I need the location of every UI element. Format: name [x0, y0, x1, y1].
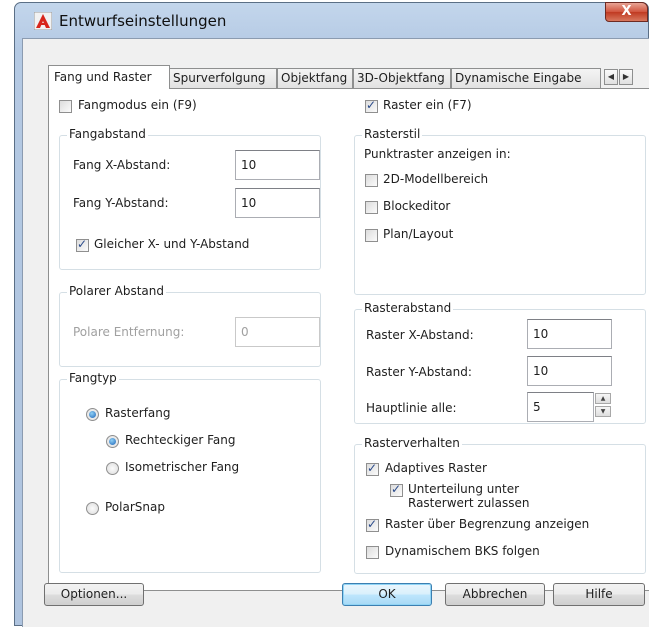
grid-y-label: Raster Y-Abstand:	[366, 365, 472, 379]
subdivision-label-line1: Unterteilung unter	[408, 482, 520, 496]
isometric-snap-radio[interactable]	[106, 462, 119, 475]
tab-panel-snap-grid: Fangmodus ein (F9) Fangabstand Fang X-Ab…	[48, 88, 649, 591]
tab-scroll-left-icon[interactable]: ◀	[604, 69, 618, 85]
options-button[interactable]: Optionen...	[44, 583, 144, 606]
adaptive-grid-label[interactable]: Adaptives Raster	[385, 461, 487, 475]
grid-spacing-group: Rasterabstand Raster X-Abstand: Raster Y…	[354, 301, 646, 424]
snap-type-group-label: Fangtyp	[67, 371, 119, 385]
snap-spacing-group: Fangabstand Fang X-Abstand: Fang Y-Absta…	[59, 127, 321, 270]
grid-style-hint: Punktraster anzeigen in:	[364, 147, 511, 161]
tab-snap-grid[interactable]: Fang und Raster	[48, 65, 170, 89]
subdivision-label[interactable]: Unterteilung unter Rasterwert zulassen	[408, 482, 529, 510]
polar-snap-radio[interactable]	[86, 502, 99, 515]
polar-spacing-group-label: Polarer Abstand	[67, 284, 166, 298]
beyond-limits-label[interactable]: Raster über Begrenzung anzeigen	[385, 517, 589, 531]
follow-ucs-checkbox[interactable]	[366, 546, 379, 559]
title-bar[interactable]: Entwurfseinstellungen X	[15, 2, 648, 39]
adaptive-grid-checkbox[interactable]	[366, 461, 379, 476]
major-line-label: Hauptlinie alle:	[366, 401, 457, 415]
tab-polar-tracking[interactable]: Spurverfolgung	[169, 68, 277, 88]
model-space-checkbox[interactable]	[365, 174, 378, 187]
block-editor-checkbox[interactable]	[365, 201, 378, 214]
grid-style-group: Rasterstil Punktraster anzeigen in: 2D-M…	[354, 127, 646, 295]
snap-y-label: Fang Y-Abstand:	[73, 196, 169, 210]
tab-object-snap[interactable]: Objektfang	[277, 68, 353, 88]
snap-spacing-group-label: Fangabstand	[67, 127, 148, 141]
polar-distance-label: Polare Entfernung:	[73, 325, 185, 339]
model-space-label[interactable]: 2D-Modellbereich	[383, 172, 488, 186]
snap-y-input[interactable]	[235, 188, 320, 218]
help-button[interactable]: Hilfe	[553, 583, 645, 606]
subdivision-checkbox[interactable]	[390, 482, 403, 497]
autocad-icon	[34, 12, 52, 30]
spin-up-icon[interactable]: ▲	[595, 393, 611, 404]
tab-scroll-right-icon[interactable]: ▶	[619, 69, 633, 85]
major-line-input[interactable]	[527, 392, 594, 422]
grid-y-input[interactable]	[527, 356, 612, 386]
grid-behavior-group: Rasterverhalten Adaptives Raster Unterte…	[354, 436, 646, 574]
equal-xy-spacing-checkbox[interactable]	[76, 237, 89, 252]
tab-dynamic-input[interactable]: Dynamische Eingabe	[451, 68, 601, 88]
snap-type-group: Fangtyp Rasterfang Rechteckiger Fang Iso…	[59, 371, 321, 573]
polar-snap-label[interactable]: PolarSnap	[105, 500, 165, 514]
equal-xy-spacing-label[interactable]: Gleicher X- und Y-Abstand	[94, 237, 249, 251]
close-button[interactable]: X	[605, 2, 648, 22]
beyond-limits-checkbox[interactable]	[366, 517, 379, 532]
grid-spacing-group-label: Rasterabstand	[362, 301, 454, 315]
subdivision-label-line2: Rasterwert zulassen	[408, 496, 530, 510]
grid-snap-radio[interactable]	[86, 408, 99, 421]
spin-down-icon[interactable]: ▼	[595, 406, 611, 417]
snap-mode-label[interactable]: Fangmodus ein (F9)	[78, 98, 197, 112]
grid-snap-label[interactable]: Rasterfang	[105, 406, 171, 420]
rectangular-snap-radio[interactable]	[106, 435, 119, 448]
grid-on-label[interactable]: Raster ein (F7)	[383, 98, 472, 112]
block-editor-label[interactable]: Blockeditor	[383, 199, 450, 213]
grid-style-group-label: Rasterstil	[362, 127, 423, 141]
snap-x-label: Fang X-Abstand:	[73, 158, 171, 172]
isometric-snap-label[interactable]: Isometrischer Fang	[125, 460, 239, 474]
tab-3d-object-snap[interactable]: 3D-Objektfang	[353, 68, 451, 88]
grid-on-checkbox[interactable]	[365, 98, 378, 113]
layout-label[interactable]: Plan/Layout	[383, 227, 453, 241]
layout-checkbox[interactable]	[365, 229, 378, 242]
grid-behavior-group-label: Rasterverhalten	[362, 436, 462, 450]
follow-ucs-label[interactable]: Dynamischem BKS folgen	[385, 544, 540, 558]
grid-x-input[interactable]	[527, 319, 612, 349]
polar-distance-input[interactable]	[235, 317, 320, 347]
ok-button[interactable]: OK	[342, 583, 432, 606]
cancel-button[interactable]: Abbrechen	[445, 583, 545, 606]
window-title: Entwurfseinstellungen	[59, 12, 227, 30]
rectangular-snap-label[interactable]: Rechteckiger Fang	[125, 433, 235, 447]
dialog-window: Entwurfseinstellungen X Fang und Raster …	[14, 2, 649, 627]
tab-strip: Fang und Raster Spurverfolgung Objektfan…	[48, 65, 649, 89]
snap-x-input[interactable]	[235, 150, 320, 180]
dialog-client-area: Fang und Raster Spurverfolgung Objektfan…	[22, 38, 649, 627]
major-line-spinner[interactable]: ▲ ▼	[595, 393, 611, 417]
snap-mode-checkbox[interactable]	[59, 100, 72, 113]
polar-spacing-group: Polarer Abstand Polare Entfernung:	[59, 284, 321, 367]
grid-x-label: Raster X-Abstand:	[366, 328, 474, 342]
